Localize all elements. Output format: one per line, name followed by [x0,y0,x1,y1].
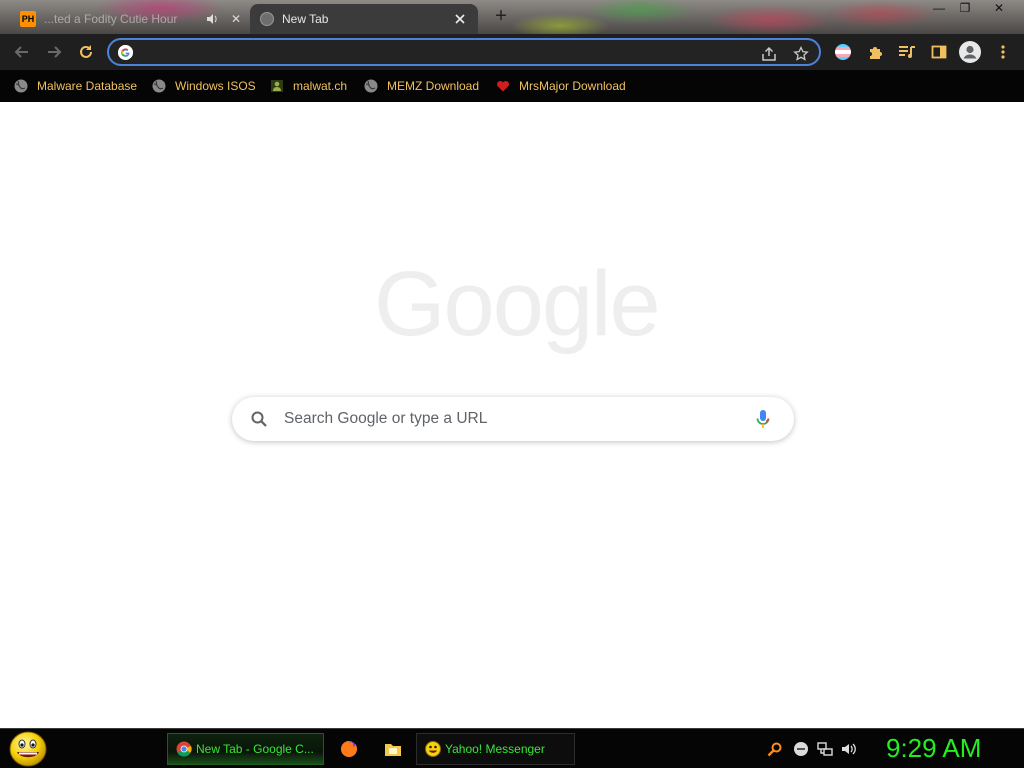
heart-icon [496,79,510,93]
tray-status[interactable] [793,741,809,757]
malwatch-icon [270,79,284,93]
bookmark-memz-download[interactable]: MEMZ Download [364,76,479,96]
minus-circle-icon [794,742,808,756]
globe-icon [260,12,274,26]
taskbar-clock[interactable]: 9:29 AM [886,733,981,764]
back-button[interactable] [10,40,34,64]
reload-button[interactable] [74,40,98,64]
star-icon [793,46,809,61]
taskbar-button-chrome[interactable]: New Tab - Google C... [167,733,324,765]
bookmark-windows-isos[interactable]: Windows ISOS [152,76,256,96]
tab-new-tab[interactable]: New Tab [250,4,478,34]
extensions-button[interactable] [864,41,886,63]
bookmarks-bar: Malware Database Windows ISOS malwat.ch … [0,70,1024,102]
search-input[interactable] [284,408,734,430]
folder-icon [385,744,401,756]
tab-close-icon[interactable]: ✕ [228,11,244,27]
start-button[interactable] [8,731,48,767]
arrow-right-icon [48,46,62,58]
profile-button[interactable] [959,41,981,63]
taskbar-button-label: Yahoo! Messenger [445,742,545,756]
new-tab-button[interactable]: + [490,6,512,28]
speaker-icon[interactable] [204,11,220,27]
bookmark-label: Malware Database [37,79,138,93]
maximize-button[interactable]: ❐ [950,0,980,18]
bookmark-label: MEMZ Download [387,79,480,93]
tab-close-icon[interactable] [452,11,468,27]
side-panel-icon [931,45,947,59]
address-bar[interactable] [107,38,821,66]
side-panel-button[interactable] [928,41,950,63]
trans-flag-icon [835,44,851,60]
puzzle-icon [870,47,882,59]
kebab-menu-icon [1001,45,1005,59]
bookmark-label: malwat.ch [293,79,348,93]
globe-icon [14,79,28,93]
bookmark-star-button[interactable] [791,44,811,64]
bookmark-mrsmajor-download[interactable]: MrsMajor Download [496,76,626,96]
tray-search[interactable] [767,741,783,757]
menu-button[interactable] [992,41,1014,63]
bookmark-malware-database[interactable]: Malware Database [14,76,137,96]
taskbar-button-label: New Tab - Google C... [196,742,314,756]
avatar-icon [959,41,981,63]
yahoo-smiley-icon [425,741,441,757]
arrow-left-icon [14,46,28,58]
globe-icon [364,79,378,93]
bookmark-label: MrsMajor Download [519,79,626,93]
speaker-icon [842,743,856,755]
taskbar: New Tab - Google C... Yahoo! Messenger 9… [0,728,1024,768]
tab-title: ...ted a Fodity Cutie Hour [44,12,178,26]
bookmark-label: Windows ISOS [175,79,256,93]
tray-network[interactable] [817,741,833,757]
tab-pornhub[interactable]: PH ...ted a Fodity Cutie Hour ✕ [12,4,248,34]
google-g-icon [118,45,133,60]
firefox-icon [341,741,357,757]
reload-icon [80,45,92,58]
google-logo: Google [374,253,661,355]
search-icon [767,742,782,757]
new-tab-page: Google [0,102,1024,728]
tab-title: New Tab [282,12,329,26]
taskbar-button-yahoo-messenger[interactable]: Yahoo! Messenger [416,733,575,765]
search-icon [250,410,268,428]
explorer-quick-launch[interactable] [383,739,403,759]
search-box[interactable] [232,397,794,441]
close-window-button[interactable]: ✕ [984,0,1014,18]
queue-music-icon [899,46,915,58]
tray-volume[interactable] [841,741,857,757]
firefox-quick-launch[interactable] [339,739,359,759]
share-icon [762,46,776,61]
microphone-icon[interactable] [754,409,772,429]
bookmark-malwatch[interactable]: malwat.ch [270,76,347,96]
media-controls-button[interactable] [896,41,918,63]
browser-toolbar [0,34,1024,70]
chrome-icon [176,741,192,757]
smiley-face-icon [9,731,47,767]
forward-button[interactable] [42,40,66,64]
tab-strip: PH ...ted a Fodity Cutie Hour ✕ New Tab … [0,0,1024,34]
address-input[interactable] [139,43,739,61]
pornhub-favicon-icon: PH [20,11,36,27]
share-button[interactable] [759,44,779,64]
extension-flag-button[interactable] [832,41,854,63]
network-icon [817,742,833,756]
globe-icon [152,79,166,93]
